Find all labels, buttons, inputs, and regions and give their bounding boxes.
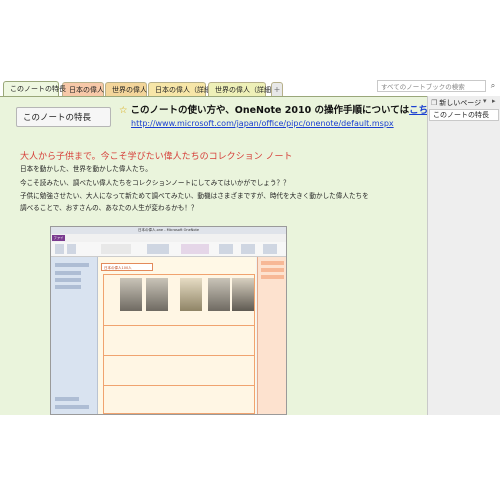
page-heading: ☆このノートの使い方や、OneNote 2010 の操作手順についてはこちらから bbox=[119, 102, 427, 116]
chevron-down-icon[interactable]: ▾ bbox=[483, 97, 487, 105]
portrait-image bbox=[232, 278, 254, 311]
tab-world-greats-detail[interactable]: 世界の偉人（詳細） bbox=[208, 82, 278, 96]
add-section-button[interactable]: + bbox=[271, 82, 283, 96]
notebook-item bbox=[55, 271, 81, 275]
tab-notebook-features[interactable]: このノートの特長 bbox=[3, 81, 66, 96]
ribbon-button bbox=[181, 244, 209, 254]
page-list-pane: ❒ 新しいページ ▾ ▸ このノートの特長 bbox=[427, 96, 500, 415]
screenshot-page-list bbox=[257, 257, 286, 414]
search-input[interactable]: すべてのノートブックの検索 (Ctrl+E) bbox=[377, 80, 486, 103]
tab-japan-greats-detail[interactable]: 日本の偉人（詳細） bbox=[148, 82, 218, 96]
table-divider bbox=[104, 385, 254, 386]
embedded-screenshot[interactable]: 日本の偉人.one - Microsoft OneNote ファイル bbox=[50, 226, 287, 415]
heading-link[interactable]: こちら bbox=[409, 105, 427, 116]
help-url-link[interactable]: http://www.microsoft.com/japan/office/pi… bbox=[131, 119, 394, 128]
portrait-image bbox=[180, 278, 202, 311]
page-title[interactable]: このノートの特長 bbox=[16, 107, 111, 127]
tab-japan-greats[interactable]: 日本の偉人 bbox=[62, 82, 104, 96]
screenshot-file-tab: ファイル bbox=[52, 235, 65, 246]
page-list-item bbox=[261, 261, 284, 265]
notebook-item bbox=[55, 263, 89, 267]
notebook-item bbox=[55, 285, 81, 289]
notebook-item bbox=[55, 397, 79, 401]
heading-text: このノートの使い方や、OneNote 2010 の操作手順については bbox=[130, 105, 410, 116]
body-text: 今こそ読みたい、調べたい偉人たちをコレクションノートにしてみてはいかがでしょう？… bbox=[20, 179, 290, 187]
notebook-item bbox=[55, 405, 89, 409]
screenshot-notebook-pane bbox=[51, 257, 98, 414]
ribbon-button bbox=[147, 244, 169, 254]
body-text: 子供に勉強させたい、大人になって新ためて調べてみたい、動機はさまざまですが、時代… bbox=[20, 192, 369, 200]
tab-world-greats[interactable]: 世界の偉人 bbox=[105, 82, 147, 96]
body-text: 調べることで、おすさんの、あなたの人生が変わるかも！？ bbox=[20, 204, 198, 212]
star-icon: ☆ bbox=[119, 105, 128, 116]
screenshot-window-title: 日本の偉人.one - Microsoft OneNote bbox=[51, 227, 286, 234]
collection-title: 大人から子供まで。今こそ学びたい偉人たちのコレクション ノート bbox=[20, 152, 293, 162]
ribbon-button bbox=[241, 244, 255, 254]
blank-area bbox=[0, 415, 500, 500]
page-canvas[interactable]: このノートの特長 ☆ このノートの使い方や、OneNote 2010 の操作手順に… bbox=[0, 96, 427, 416]
ribbon-button bbox=[55, 244, 64, 254]
page-list-item bbox=[261, 275, 284, 279]
ribbon-button bbox=[101, 244, 131, 254]
arrow-right-icon[interactable]: ▸ bbox=[492, 97, 496, 105]
body-text: 日本を動かした、世界を動かした偉人たち。 bbox=[20, 165, 152, 173]
new-page-button[interactable]: ❒ 新しいページ bbox=[431, 98, 481, 108]
screenshot-page-title: 日本の偉人100人 bbox=[101, 263, 153, 271]
portrait-image bbox=[120, 278, 142, 311]
screenshot-table bbox=[103, 274, 255, 414]
ribbon-button bbox=[263, 244, 277, 254]
portrait-image bbox=[208, 278, 230, 311]
notebook-item bbox=[55, 278, 81, 282]
screenshot-ribbon bbox=[51, 242, 286, 257]
portrait-image bbox=[146, 278, 168, 311]
page-list-item-features[interactable]: このノートの特長 bbox=[429, 109, 499, 121]
new-page-label: 新しいページ bbox=[439, 99, 482, 107]
ribbon-button bbox=[219, 244, 233, 254]
onenote-window: このノートの特長 日本の偉人 世界の偉人 日本の偉人（詳細） 世界の偉人（詳細）… bbox=[0, 0, 500, 500]
ribbon-button bbox=[67, 244, 76, 254]
table-divider bbox=[104, 325, 254, 326]
page-list-item bbox=[261, 268, 284, 272]
table-divider bbox=[104, 355, 254, 356]
page-icon: ❒ bbox=[431, 99, 438, 107]
search-icon[interactable]: ⌕ bbox=[488, 80, 498, 92]
